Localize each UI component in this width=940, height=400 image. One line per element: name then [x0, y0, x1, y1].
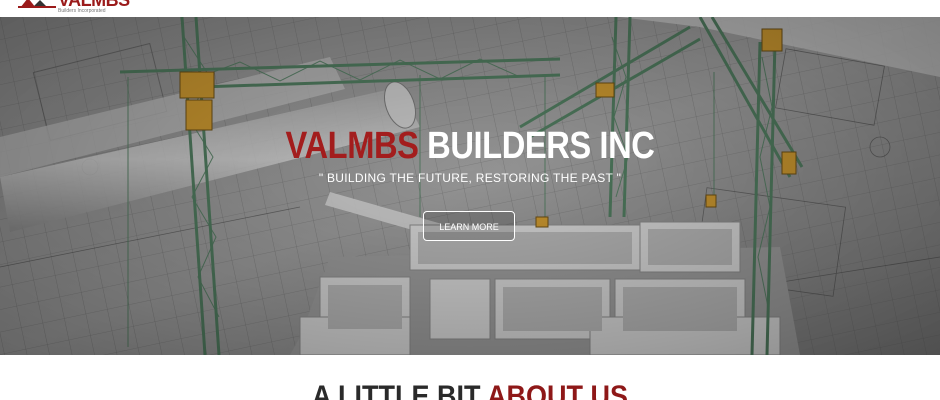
about-heading-accent: ABOUT US [486, 380, 628, 400]
about-heading: A LITTLE BIT ABOUT US [47, 380, 893, 400]
site-header: VALMBS Builders Incorporated [0, 0, 940, 17]
hero-dark-overlay [0, 17, 940, 355]
page: VALMBS Builders Incorporated VALMBS BUIL… [0, 0, 940, 400]
learn-more-button[interactable]: LEARN MORE [423, 211, 515, 241]
hero-title-accent: VALMBS [285, 125, 419, 167]
about-section: A LITTLE BIT ABOUT US [0, 355, 940, 400]
hero-title: VALMBS BUILDERS INC [66, 124, 874, 168]
site-logo[interactable]: VALMBS [18, 0, 130, 10]
logo-text: VALMBS [58, 0, 130, 10]
hero-section: VALMBS BUILDERS INC " BUILDING THE FUTUR… [0, 17, 940, 355]
hero-tagline: " BUILDING THE FUTURE, RESTORING THE PAS… [318, 171, 622, 185]
logo-subtitle: Builders Incorporated [58, 8, 106, 14]
logo-mark-icon [18, 0, 56, 8]
hero-title-rest: BUILDERS INC [418, 125, 655, 167]
about-heading-plain: A LITTLE BIT [312, 380, 487, 400]
